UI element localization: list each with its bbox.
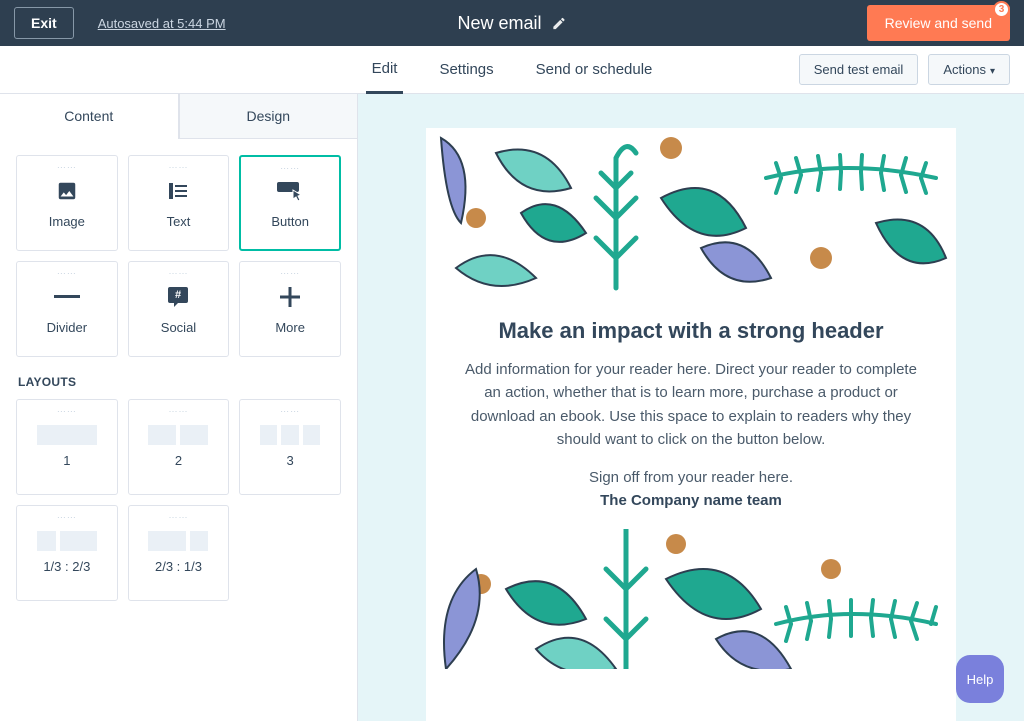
email-signoff: Sign off from your reader here. xyxy=(456,469,926,486)
sidebar-tab-design[interactable]: Design xyxy=(179,94,358,139)
sidebar-body: ⋯⋯ Image ⋯⋯ Text ⋯⋯ xyxy=(0,139,357,617)
module-label: Text xyxy=(167,214,191,229)
svg-text:#: # xyxy=(175,289,181,301)
grip-icon: ⋯⋯ xyxy=(280,268,300,279)
tab-send-schedule[interactable]: Send or schedule xyxy=(530,47,659,92)
actions-dropdown[interactable]: Actions ▾ xyxy=(928,54,1010,85)
social-icon: # xyxy=(166,282,190,312)
review-send-button[interactable]: Review and send xyxy=(867,5,1010,41)
grip-icon: ⋯⋯ xyxy=(57,512,77,523)
grip-icon: ⋯⋯ xyxy=(57,162,77,173)
email-preview[interactable]: Make an impact with a strong header Add … xyxy=(426,128,956,721)
actions-label: Actions xyxy=(943,62,986,77)
email-canvas[interactable]: Make an impact with a strong header Add … xyxy=(358,94,1024,721)
grip-icon: ⋯⋯ xyxy=(280,163,300,174)
module-label: Image xyxy=(49,214,85,229)
grip-icon: ⋯⋯ xyxy=(168,406,188,417)
email-banner-bottom xyxy=(426,529,956,669)
grip-icon: ⋯⋯ xyxy=(280,406,300,417)
layout-preview xyxy=(37,425,97,445)
module-button[interactable]: ⋯⋯ Button xyxy=(239,155,341,251)
layout-1[interactable]: ⋯⋯ 1 xyxy=(16,399,118,495)
review-wrap: Review and send 3 xyxy=(867,5,1010,41)
tab-settings[interactable]: Settings xyxy=(433,47,499,92)
text-icon xyxy=(166,176,190,206)
layout-2-3-1-3[interactable]: ⋯⋯ 2/3 : 1/3 xyxy=(128,505,230,601)
layout-2[interactable]: ⋯⋯ 2 xyxy=(128,399,230,495)
layout-preview xyxy=(148,531,208,551)
divider-icon xyxy=(54,282,80,312)
tab-edit[interactable]: Edit xyxy=(366,46,404,94)
module-more[interactable]: ⋯⋯ More xyxy=(239,261,341,357)
grip-icon: ⋯⋯ xyxy=(57,406,77,417)
module-image[interactable]: ⋯⋯ Image xyxy=(16,155,118,251)
page-title-text: New email xyxy=(457,13,541,34)
email-headline: Make an impact with a strong header xyxy=(456,318,926,344)
module-label: Social xyxy=(161,320,196,335)
sidebar: Content Design ⋯⋯ Image ⋯⋯ Text xyxy=(0,94,358,721)
grip-icon: ⋯⋯ xyxy=(168,512,188,523)
layout-preview xyxy=(148,425,208,445)
grip-icon: ⋯⋯ xyxy=(168,268,188,279)
module-text[interactable]: ⋯⋯ Text xyxy=(128,155,230,251)
page-title[interactable]: New email xyxy=(457,13,566,34)
image-icon xyxy=(55,176,79,206)
module-social[interactable]: ⋯⋯ # Social xyxy=(128,261,230,357)
layout-3[interactable]: ⋯⋯ 3 xyxy=(239,399,341,495)
layout-preview xyxy=(260,425,320,445)
module-label: Button xyxy=(271,214,309,229)
subnav-actions: Send test email Actions ▾ xyxy=(799,54,1010,85)
layouts-grid: ⋯⋯ 1 ⋯⋯ 2 ⋯⋯ 3 ⋯⋯ 1/3 : 2/3 xyxy=(16,399,341,601)
module-label: More xyxy=(275,320,305,335)
layout-preview xyxy=(37,531,97,551)
exit-button[interactable]: Exit xyxy=(14,7,74,39)
help-button[interactable]: Help xyxy=(956,655,1004,703)
email-body[interactable]: Make an impact with a strong header Add … xyxy=(426,298,956,529)
layout-label: 2/3 : 1/3 xyxy=(155,559,202,574)
layouts-heading: LAYOUTS xyxy=(18,375,341,389)
autosave-link[interactable]: Autosaved at 5:44 PM xyxy=(98,16,226,31)
email-paragraph: Add information for your reader here. Di… xyxy=(456,358,926,451)
email-team: The Company name team xyxy=(456,492,926,509)
button-icon xyxy=(275,176,305,206)
module-label: Divider xyxy=(47,320,87,335)
layout-1-3-2-3[interactable]: ⋯⋯ 1/3 : 2/3 xyxy=(16,505,118,601)
layout-label: 1/3 : 2/3 xyxy=(43,559,90,574)
notification-badge: 3 xyxy=(993,1,1010,18)
plus-icon xyxy=(280,282,300,312)
subnav: Edit Settings Send or schedule Send test… xyxy=(0,46,1024,94)
pencil-icon xyxy=(552,16,567,31)
grip-icon: ⋯⋯ xyxy=(57,268,77,279)
email-banner-top xyxy=(426,128,956,298)
sidebar-tab-content[interactable]: Content xyxy=(0,94,179,139)
workspace: Content Design ⋯⋯ Image ⋯⋯ Text xyxy=(0,94,1024,721)
modules-grid: ⋯⋯ Image ⋯⋯ Text ⋯⋯ xyxy=(16,155,341,357)
layout-label: 1 xyxy=(63,453,70,468)
module-divider[interactable]: ⋯⋯ Divider xyxy=(16,261,118,357)
topbar: Exit Autosaved at 5:44 PM New email Revi… xyxy=(0,0,1024,46)
grip-icon: ⋯⋯ xyxy=(168,162,188,173)
layout-label: 2 xyxy=(175,453,182,468)
sidebar-tabs: Content Design xyxy=(0,94,357,139)
layout-label: 3 xyxy=(287,453,294,468)
chevron-down-icon: ▾ xyxy=(990,66,995,77)
send-test-button[interactable]: Send test email xyxy=(799,54,919,85)
